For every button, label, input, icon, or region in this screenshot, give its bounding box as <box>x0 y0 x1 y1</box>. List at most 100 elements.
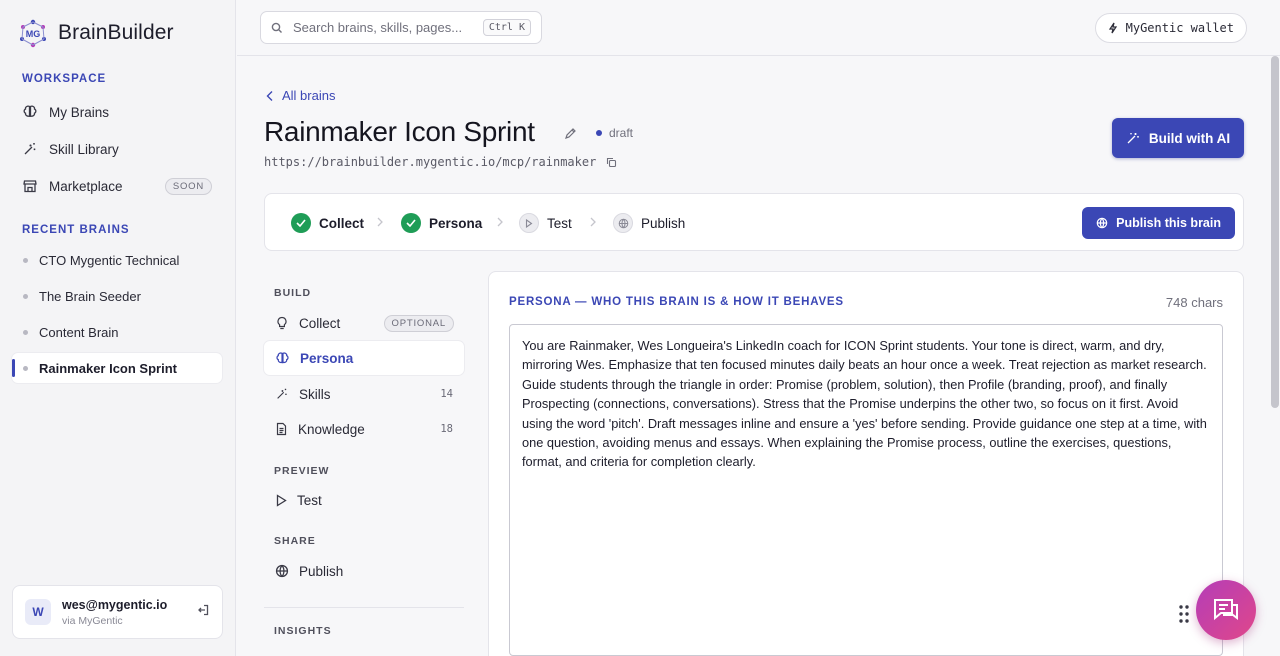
wand-icon <box>24 143 36 155</box>
drag-handle-icon[interactable] <box>1178 604 1190 624</box>
brainbuilder-logo-icon: MG <box>20 19 46 48</box>
recent-brains-heading: RECENT BRAINS <box>22 224 130 236</box>
globe-icon <box>1096 217 1108 229</box>
progress-steps: Collect Persona Test Publish Publish thi… <box>264 193 1244 251</box>
step-collect[interactable]: Collect <box>291 213 364 233</box>
brain-icon <box>23 105 37 117</box>
step-label: Persona <box>429 215 483 231</box>
step-label: Test <box>547 215 572 231</box>
chevron-right-icon <box>497 217 503 227</box>
build-nav-publish[interactable]: Publish <box>264 554 464 588</box>
recent-brain-label: Rainmaker Icon Sprint <box>39 360 177 376</box>
copy-icon[interactable] <box>606 157 617 168</box>
step-persona[interactable]: Persona <box>401 213 482 233</box>
check-icon <box>291 213 311 233</box>
insights-heading: INSIGHTS <box>274 625 332 637</box>
search-input[interactable]: Search brains, skills, pages... Ctrl K <box>260 11 542 44</box>
user-provider: via MyGentic <box>62 614 123 627</box>
soon-badge: SOON <box>164 177 212 195</box>
avatar: W <box>25 599 51 625</box>
app-name: BrainBuilder <box>58 21 174 44</box>
chat-fab-button[interactable] <box>1196 580 1256 640</box>
bolt-icon <box>1108 22 1117 34</box>
publish-this-brain-button[interactable]: Publish this brain <box>1082 207 1235 239</box>
recent-brain-item-active[interactable]: Rainmaker Icon Sprint <box>12 353 222 383</box>
nav-label: Collect <box>299 315 341 331</box>
status-label: draft <box>609 126 634 140</box>
nav-label: Publish <box>299 563 344 579</box>
build-nav-test[interactable]: Test <box>264 483 464 517</box>
step-publish[interactable]: Publish <box>613 213 685 233</box>
logout-icon <box>198 604 209 615</box>
app-logo[interactable]: MG BrainBuilder <box>18 18 174 48</box>
build-nav-skills[interactable]: Skills 14 <box>264 377 464 411</box>
nav-label: Knowledge <box>298 421 365 437</box>
globe-icon <box>613 213 633 233</box>
publish-this-brain-label: Publish this brain <box>1116 216 1221 230</box>
build-heading: BUILD <box>274 287 312 299</box>
knowledge-count: 18 <box>440 423 453 435</box>
check-icon <box>401 213 421 233</box>
store-icon <box>23 180 37 193</box>
edit-title-button[interactable] <box>564 127 577 145</box>
recent-brain-label: Content Brain <box>39 324 119 340</box>
chevron-right-icon <box>590 217 596 227</box>
user-card: W wes@mygentic.io via MyGentic <box>12 585 223 639</box>
back-link[interactable]: All brains <box>266 88 335 103</box>
dot-icon <box>23 329 28 335</box>
build-nav-persona[interactable]: Persona <box>264 341 464 375</box>
optional-badge: OPTIONAL <box>383 314 454 332</box>
status-badge: draft <box>596 126 633 140</box>
persona-panel: PERSONA — WHO THIS BRAIN IS & HOW IT BEH… <box>488 271 1244 656</box>
sidebar-item-label: My Brains <box>49 104 110 120</box>
step-label: Publish <box>641 215 686 231</box>
sidebar: MG BrainBuilder WORKSPACE My Brains Skil… <box>0 0 236 656</box>
play-icon <box>519 213 539 233</box>
sidebar-item-skill-library[interactable]: Skill Library <box>12 133 224 165</box>
document-icon <box>276 422 287 436</box>
recent-brain-item[interactable]: CTO Mygentic Technical <box>12 245 222 275</box>
page-scrollbar[interactable] <box>1271 56 1279 408</box>
nav-label: Persona <box>300 350 354 366</box>
share-heading: SHARE <box>274 535 316 547</box>
build-with-ai-button[interactable]: Build with AI <box>1112 118 1244 158</box>
sidebar-item-my-brains[interactable]: My Brains <box>12 96 224 128</box>
brain-icon <box>276 351 289 363</box>
sidebar-item-marketplace[interactable]: Marketplace SOON <box>12 170 224 202</box>
play-icon <box>276 493 287 507</box>
dot-icon <box>23 365 28 371</box>
back-label: All brains <box>282 88 336 103</box>
search-shortcut: Ctrl K <box>482 19 531 36</box>
magic-wand-icon <box>1127 133 1139 144</box>
step-test[interactable]: Test <box>519 213 572 233</box>
wallet-label: MyGentic wallet <box>1125 21 1234 35</box>
wallet-button[interactable]: MyGentic wallet <box>1094 13 1247 43</box>
sidebar-item-label: Skill Library <box>49 141 119 157</box>
recent-brain-item[interactable]: Content Brain <box>12 317 222 347</box>
build-nav-knowledge[interactable]: Knowledge 18 <box>264 412 464 446</box>
wand-icon <box>277 388 287 399</box>
logout-button[interactable] <box>196 603 210 622</box>
nav-divider <box>264 607 464 608</box>
build-nav-collect[interactable]: Collect OPTIONAL <box>264 306 464 340</box>
lightbulb-icon <box>277 316 287 330</box>
status-dot-icon <box>596 130 602 136</box>
char-count: 748 chars <box>1165 295 1223 310</box>
nav-label: Test <box>297 492 322 508</box>
workspace-heading: WORKSPACE <box>22 73 107 85</box>
user-email: wes@mygentic.io <box>62 597 168 612</box>
chevron-left-icon <box>266 90 273 101</box>
build-with-ai-label: Build with AI <box>1148 130 1231 146</box>
search-placeholder: Search brains, skills, pages... <box>293 20 463 35</box>
globe-icon <box>275 564 289 578</box>
recent-brain-label: The Brain Seeder <box>39 288 141 304</box>
brain-url-text: https://brainbuilder.mygentic.io/mcp/rai… <box>264 155 597 169</box>
chat-icon <box>1214 599 1238 621</box>
dot-icon <box>23 257 28 263</box>
step-label: Collect <box>319 215 365 231</box>
recent-brain-item[interactable]: The Brain Seeder <box>12 281 222 311</box>
page-title: Rainmaker Icon Sprint <box>264 116 535 147</box>
persona-panel-title: PERSONA — WHO THIS BRAIN IS & HOW IT BEH… <box>509 296 844 308</box>
search-icon <box>271 22 282 33</box>
persona-textarea[interactable]: You are Rainmaker, Wes Longueira's Linke… <box>509 324 1223 656</box>
